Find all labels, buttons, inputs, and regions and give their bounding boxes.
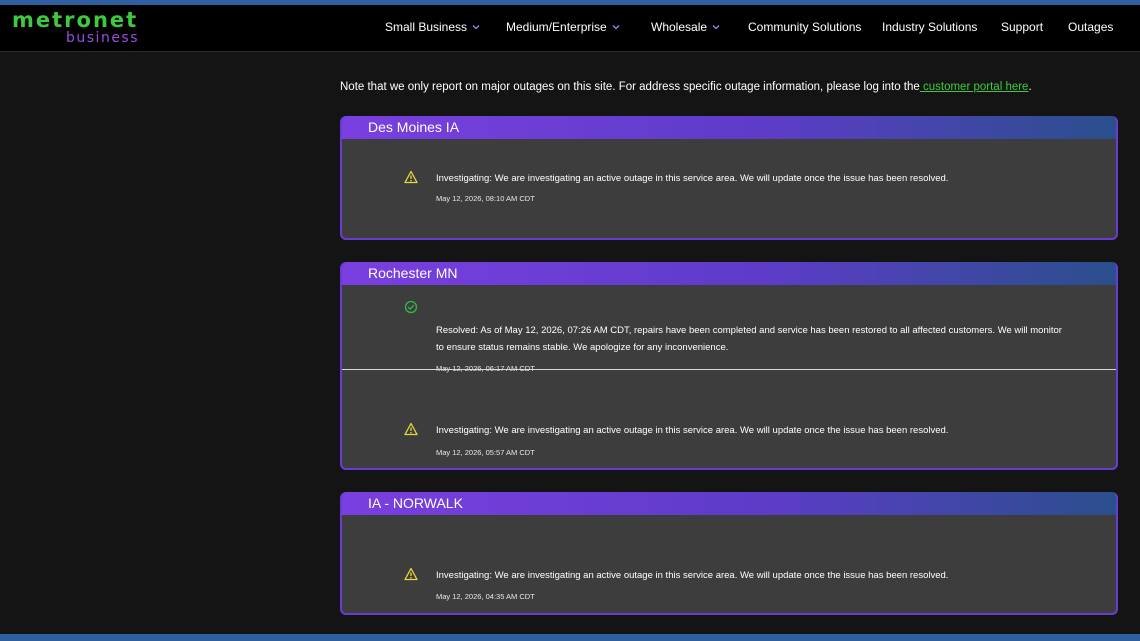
outage-location-title: Rochester MN: [342, 262, 1116, 285]
nav-label: Wholesale: [651, 20, 708, 34]
nav-outages[interactable]: Outages: [1068, 20, 1113, 34]
metronet-business-logo[interactable]: metronet business: [12, 9, 142, 49]
chevron-down-icon: [612, 25, 620, 30]
nav-industry-solutions[interactable]: Industry Solutions: [882, 20, 977, 34]
outage-card-rochester: Rochester MN Resolved: As of May 12, 202…: [340, 262, 1118, 470]
outage-timestamp: May 12, 2026, 05:57 AM CDT: [436, 448, 535, 457]
outage-timestamp: May 12, 2026, 04:35 AM CDT: [436, 592, 535, 601]
nav-label: Support: [1001, 20, 1044, 34]
nav-small-business[interactable]: Small Business: [385, 20, 480, 34]
nav-label: Community Solutions: [748, 20, 862, 34]
nav-wholesale[interactable]: Wholesale: [651, 20, 720, 34]
outage-notice: Note that we only report on major outage…: [340, 80, 1120, 94]
notice-end: .: [1028, 81, 1032, 93]
site-header: metronet business Small Business Medium/…: [0, 5, 1140, 52]
warning-icon: [404, 567, 418, 581]
outage-location-title: Des Moines IA: [342, 116, 1116, 139]
outage-message: Resolved: As of May 12, 2026, 07:26 AM C…: [436, 325, 1062, 353]
customer-portal-link[interactable]: customer portal here: [920, 81, 1028, 93]
bottom-accent-stripe: [0, 634, 1140, 641]
logo-wordmark: metronet: [12, 8, 139, 32]
nav-community-solutions[interactable]: Community Solutions: [748, 20, 861, 34]
chevron-down-icon: [472, 25, 480, 30]
check-circle-icon: [404, 300, 418, 314]
warning-icon: [404, 170, 418, 184]
nav-label: Industry Solutions: [882, 20, 978, 34]
outage-message: Investigating: We are investigating an a…: [436, 425, 949, 436]
logo-subtitle: business: [66, 30, 140, 46]
outage-card-norwalk: IA - NORWALK Investigating: We are inves…: [340, 492, 1118, 615]
outage-message: Investigating: We are investigating an a…: [436, 173, 949, 184]
outage-timestamp: May 12, 2026, 08:10 AM CDT: [436, 194, 535, 203]
nav-label: Small Business: [385, 20, 468, 34]
outage-message: Investigating: We are investigating an a…: [436, 570, 949, 581]
nav-medium-enterprise[interactable]: Medium/Enterprise: [506, 20, 620, 34]
nav-support[interactable]: Support: [1001, 20, 1043, 34]
outage-location-title: IA - NORWALK: [342, 492, 1116, 515]
notice-text: Note that we only report on major outage…: [340, 81, 920, 93]
nav-label: Outages: [1068, 20, 1114, 34]
outage-card-des-moines: Des Moines IA Investigating: We are inve…: [340, 116, 1118, 240]
warning-icon: [404, 422, 418, 436]
chevron-down-icon: [712, 25, 720, 30]
nav-label: Medium/Enterprise: [506, 20, 607, 34]
entry-divider: [342, 369, 1116, 370]
